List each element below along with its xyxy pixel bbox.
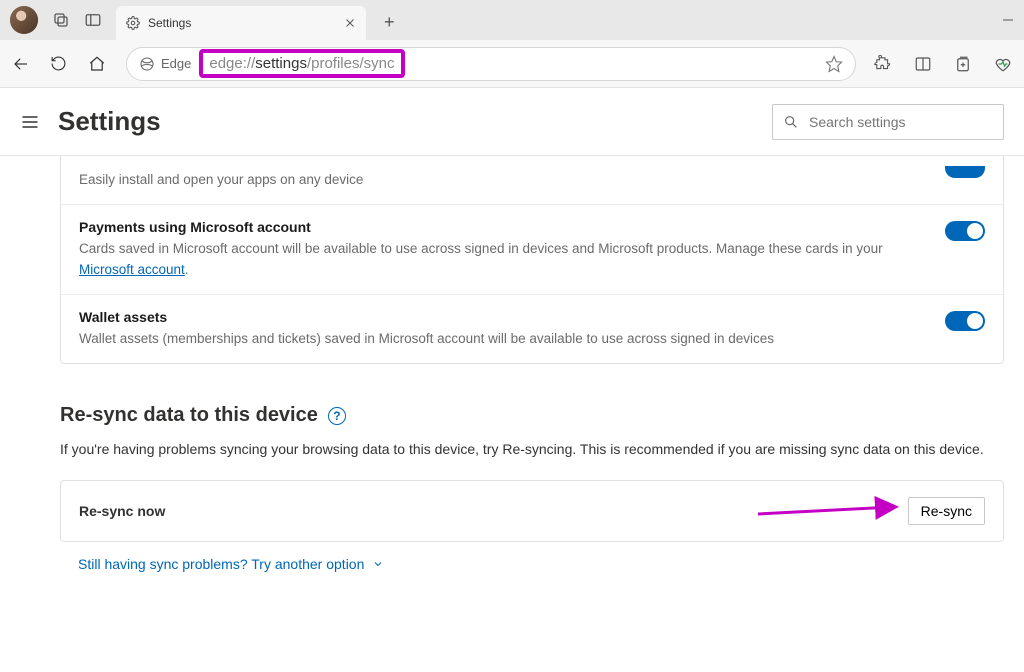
settings-page-header: Settings — [0, 88, 1024, 156]
home-button[interactable] — [88, 55, 108, 73]
payments-row: Payments using Microsoft account Cards s… — [61, 204, 1003, 294]
favorite-star-icon[interactable] — [825, 55, 843, 73]
search-icon — [783, 114, 799, 130]
sync-settings-card: Easily install and open your apps on any… — [60, 156, 1004, 364]
apps-toggle[interactable] — [945, 166, 985, 178]
resync-label: Re-sync now — [79, 503, 908, 519]
new-tab-button[interactable]: + — [380, 12, 399, 33]
search-input[interactable] — [809, 114, 993, 130]
wallet-toggle[interactable] — [945, 311, 985, 331]
address-bar[interactable]: Edge edge://settings/profiles/sync — [126, 47, 856, 81]
tab-actions-icon[interactable] — [84, 11, 102, 29]
split-screen-icon[interactable] — [914, 55, 932, 73]
tab-bar: Settings + — [0, 0, 1024, 40]
collections-icon[interactable] — [954, 55, 972, 73]
site-identity[interactable]: Edge — [139, 56, 191, 72]
menu-icon[interactable] — [20, 112, 40, 132]
apps-row: Easily install and open your apps on any… — [61, 156, 1003, 204]
payments-toggle[interactable] — [945, 221, 985, 241]
help-icon[interactable]: ? — [328, 407, 346, 425]
resync-section-desc: If you're having problems syncing your b… — [60, 439, 1004, 460]
payments-title: Payments using Microsoft account — [79, 219, 933, 235]
minimize-button[interactable] — [1002, 14, 1014, 26]
address-bar-row: Edge edge://settings/profiles/sync — [0, 40, 1024, 88]
payments-desc: Cards saved in Microsoft account will be… — [79, 239, 933, 280]
url-highlight-annotation: edge://settings/profiles/sync — [199, 49, 404, 78]
gear-icon — [126, 16, 140, 30]
resync-button[interactable]: Re-sync — [908, 497, 985, 525]
footer-link[interactable]: Still having sync problems? Try another … — [78, 556, 1004, 572]
settings-content: Easily install and open your apps on any… — [0, 156, 1024, 672]
wellbeing-icon[interactable] — [994, 55, 1012, 73]
page-title: Settings — [58, 106, 161, 137]
microsoft-account-link[interactable]: Microsoft account — [79, 262, 185, 277]
wallet-title: Wallet assets — [79, 309, 933, 325]
tab-title: Settings — [148, 16, 336, 30]
profile-avatar[interactable] — [10, 6, 38, 34]
browser-tab[interactable]: Settings — [116, 6, 366, 40]
extensions-icon[interactable] — [874, 55, 892, 73]
identity-label: Edge — [161, 56, 191, 71]
url-text: edge://settings/profiles/sync — [209, 55, 394, 72]
apps-desc: Easily install and open your apps on any… — [79, 170, 933, 190]
workspaces-icon[interactable] — [52, 11, 70, 29]
wallet-row: Wallet assets Wallet assets (memberships… — [61, 294, 1003, 363]
wallet-desc: Wallet assets (memberships and tickets) … — [79, 329, 933, 349]
resync-section-title: Re-sync data to this device ? — [60, 404, 1004, 427]
close-icon[interactable] — [344, 17, 356, 29]
refresh-button[interactable] — [50, 55, 70, 72]
back-button[interactable] — [12, 55, 32, 73]
search-settings-box[interactable] — [772, 104, 1004, 140]
resync-row: Re-sync now Re-sync — [60, 480, 1004, 542]
chevron-down-icon — [372, 558, 384, 570]
